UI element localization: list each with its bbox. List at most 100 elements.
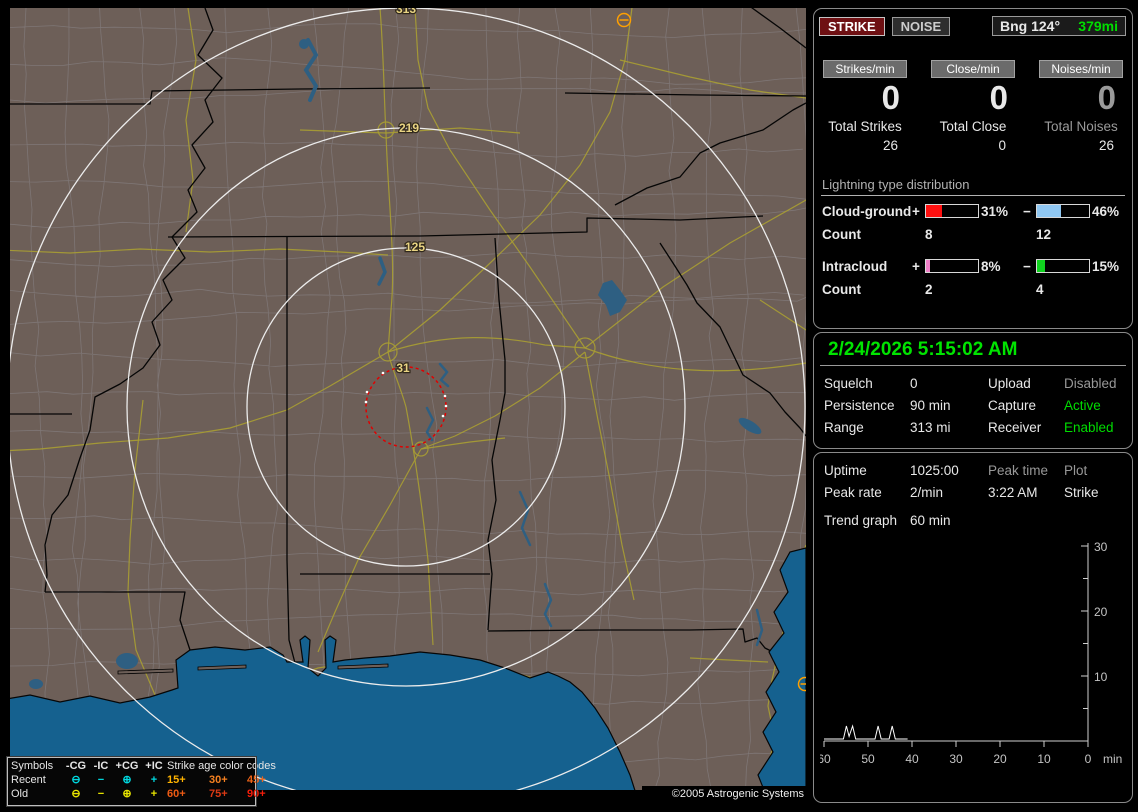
age-15: 15+: [167, 774, 186, 786]
trend-graph-label: Trend graph: [824, 513, 898, 528]
map-canvas: 313 219 125 31: [10, 8, 806, 790]
noise-mode-button[interactable]: NOISE: [891, 16, 951, 36]
noises-rate: 0: [1097, 79, 1116, 116]
svg-text:30: 30: [1094, 540, 1108, 554]
ring-label-125: 125: [405, 240, 425, 254]
total-noises-label: Total Noises: [1044, 118, 1118, 134]
legend-col-neg-ic: -IC: [93, 760, 109, 772]
noises-column: Noises/min 0 Total Noises 26: [1038, 60, 1124, 153]
peak-rate-value: 2/min: [910, 485, 944, 500]
bearing-distance: 379mi: [1078, 18, 1118, 34]
ic-positive-pct: 8%: [981, 258, 1001, 274]
total-noises-value: 26: [1098, 137, 1114, 153]
distribution-title: Lightning type distribution: [821, 177, 1125, 196]
total-close-label: Total Close: [939, 118, 1007, 134]
bearing-display: Bng 124° 379mi: [992, 16, 1126, 36]
lightning-map: 313 219 125 31: [10, 8, 806, 790]
cloud-ground-label: Cloud-ground: [822, 203, 912, 219]
plus-sign: +: [912, 258, 920, 274]
pos-cg-old-icon: ⊕: [122, 788, 132, 800]
legend-col-neg-cg: -CG: [65, 760, 87, 772]
receiver-status: Enabled: [1064, 420, 1114, 435]
legend-row-old: Old: [11, 788, 29, 800]
age-30: 30+: [209, 774, 228, 786]
minus-sign: −: [1023, 203, 1031, 219]
pos-cg-recent-icon: ⊕: [122, 774, 132, 786]
plot-mode-value: Strike: [1064, 485, 1099, 500]
range-label: Range: [824, 420, 864, 435]
age-90: 90+: [247, 788, 266, 800]
squelch-label: Squelch: [824, 376, 873, 391]
cg-positive-pct: 31%: [981, 203, 1009, 219]
strikes-rate: 0: [881, 79, 900, 116]
cg-negative-pct: 46%: [1092, 203, 1120, 219]
total-close-value: 0: [998, 137, 1006, 153]
close-rate: 0: [989, 79, 1008, 116]
ring-label-313: 313: [396, 8, 416, 16]
range-value: 313 mi: [910, 420, 951, 435]
pos-ic-old-icon: +: [150, 788, 158, 800]
counters-panel: STRIKE NOISE Bng 124° 379mi Strikes/min …: [813, 8, 1133, 329]
legend-age-header: Strike age color codes: [167, 760, 276, 772]
cg-negative-bar: [1036, 204, 1090, 219]
svg-text:40: 40: [905, 752, 919, 766]
close-column: Close/min 0 Total Close 0: [930, 60, 1016, 153]
status-panel: 2/24/2026 5:15:02 AM Squelch 0 Upload Di…: [813, 332, 1133, 449]
svg-text:50: 50: [861, 752, 875, 766]
svg-text:10: 10: [1094, 670, 1108, 684]
upload-status: Disabled: [1064, 376, 1117, 391]
plot-label: Plot: [1064, 463, 1088, 478]
svg-text:60: 60: [820, 752, 831, 766]
peak-rate-label: Peak rate: [824, 485, 882, 500]
ic-negative-count: 4: [1036, 281, 1044, 297]
minus-sign: −: [1023, 258, 1031, 274]
trend-panel: Uptime 1025:00 Peak time Plot Peak rate …: [813, 452, 1133, 803]
age-75: 75+: [209, 788, 228, 800]
ic-negative-pct: 15%: [1092, 258, 1120, 274]
capture-status: Active: [1064, 398, 1101, 413]
strikes-column: Strikes/min 0 Total Strikes 26: [822, 60, 908, 153]
ic-positive-bar: [925, 259, 979, 274]
pos-ic-recent-icon: +: [150, 774, 158, 786]
peak-time-label: Peak time: [988, 463, 1049, 478]
count-label: Count: [822, 226, 861, 242]
legend-col-pos-ic: +IC: [145, 760, 163, 772]
neg-ic-recent-icon: −: [97, 774, 105, 786]
svg-text:min: min: [1103, 752, 1122, 766]
legend-row-recent: Recent: [11, 774, 46, 786]
cg-negative-count: 12: [1036, 226, 1052, 242]
lightning-distribution: Lightning type distribution Cloud-ground…: [814, 177, 1132, 297]
map-legend: Symbols -CG -IC +CG +IC Strike age color…: [6, 756, 276, 807]
persistence-value: 90 min: [910, 398, 951, 413]
persistence-label: Persistence: [824, 398, 895, 413]
ring-label-31: 31: [396, 361, 410, 375]
strike-mode-button[interactable]: STRIKE: [819, 16, 885, 36]
count-label: Count: [822, 281, 861, 297]
capture-label: Capture: [988, 398, 1037, 413]
intracloud-label: Intracloud: [822, 258, 888, 274]
uptime-value: 1025:00: [910, 463, 959, 478]
cg-positive-count: 8: [925, 226, 933, 242]
neg-cg-old-icon: ⊖: [71, 788, 81, 800]
legend-col-pos-cg: +CG: [115, 760, 139, 772]
age-45: 45+: [247, 774, 266, 786]
plus-sign: +: [912, 203, 920, 219]
peak-time-value: 3:22 AM: [988, 485, 1038, 500]
ring-label-219: 219: [399, 121, 419, 135]
neg-ic-old-icon: −: [97, 788, 105, 800]
neg-cg-recent-icon: ⊖: [71, 774, 81, 786]
noises-per-min-button[interactable]: Noises/min: [1039, 60, 1123, 78]
age-60: 60+: [167, 788, 186, 800]
trend-window-value: 60 min: [910, 513, 951, 528]
svg-text:20: 20: [993, 752, 1007, 766]
uptime-label: Uptime: [824, 463, 867, 478]
svg-text:0: 0: [1085, 752, 1092, 766]
upload-label: Upload: [988, 376, 1031, 391]
legend-symbols-header: Symbols: [11, 760, 54, 772]
svg-text:10: 10: [1037, 752, 1051, 766]
receiver-label: Receiver: [988, 420, 1042, 435]
datetime-display: 2/24/2026 5:15:02 AM: [820, 333, 1126, 366]
close-per-min-button[interactable]: Close/min: [931, 60, 1015, 78]
strikes-per-min-button[interactable]: Strikes/min: [823, 60, 907, 78]
bearing-label: Bng 124°: [1000, 18, 1061, 34]
